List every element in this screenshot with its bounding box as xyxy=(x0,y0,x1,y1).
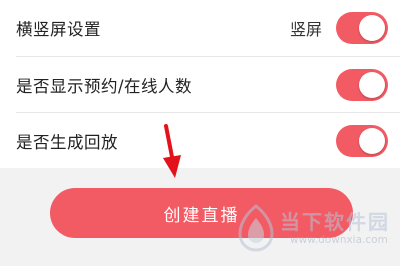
toggle-knob xyxy=(359,15,385,41)
watermark-brand: 当下软件园 xyxy=(280,210,390,234)
orientation-value: 竖屏 xyxy=(289,20,322,39)
orientation-toggle[interactable] xyxy=(336,12,388,44)
arrow-down-icon xyxy=(163,124,181,178)
watermark-url: www.downxia.com xyxy=(290,234,388,246)
orientation-row: 横竖屏设置 竖屏 xyxy=(0,0,400,56)
replay-label: 是否生成回放 xyxy=(16,133,118,152)
show-audience-toggle[interactable] xyxy=(336,69,388,101)
watermark: 当下软件园 www.downxia.com xyxy=(232,200,400,266)
orientation-label: 横竖屏设置 xyxy=(16,20,101,39)
settings-panel: 横竖屏设置 竖屏 是否显示预约/在线人数 是否生成回放 xyxy=(0,0,400,168)
replay-row: 是否生成回放 xyxy=(0,113,400,169)
show-audience-label: 是否显示预约/在线人数 xyxy=(16,77,193,96)
toggle-knob xyxy=(359,128,385,154)
watermark-logo-icon xyxy=(238,204,274,252)
toggle-knob xyxy=(359,72,385,98)
replay-toggle[interactable] xyxy=(336,125,388,157)
show-audience-row: 是否显示预约/在线人数 xyxy=(0,57,400,113)
